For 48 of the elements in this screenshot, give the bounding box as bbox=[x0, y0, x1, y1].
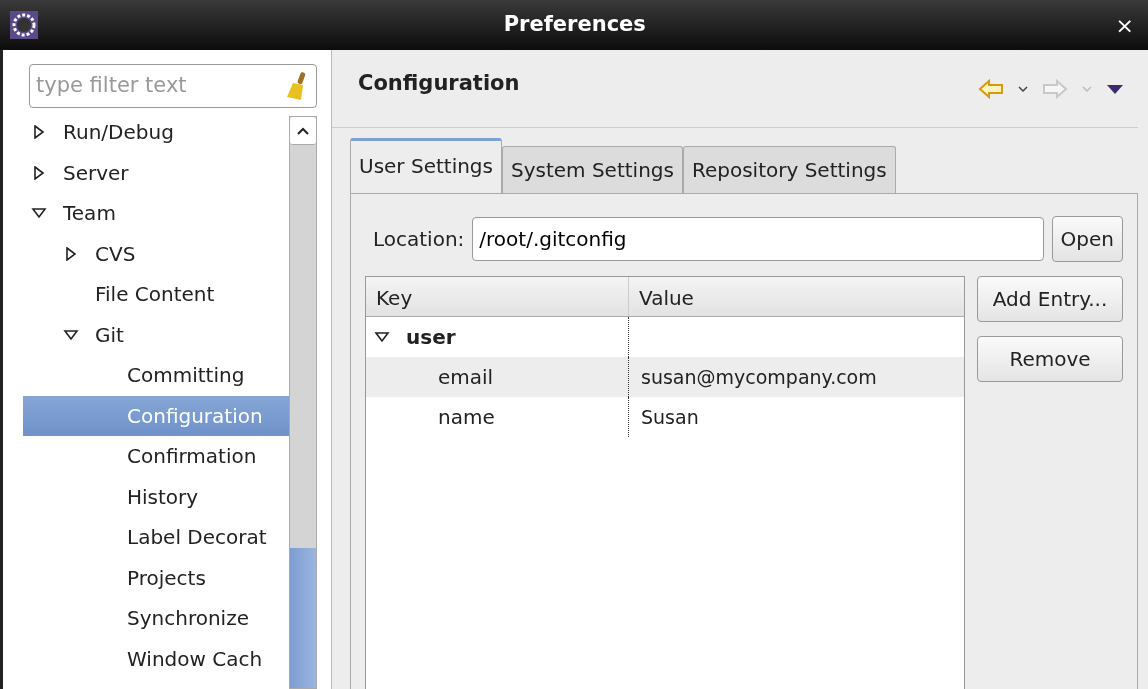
collapse-triangle-icon[interactable] bbox=[31, 206, 47, 221]
column-header[interactable]: Key bbox=[366, 277, 628, 316]
table-cell-text: name bbox=[438, 404, 495, 431]
tree-item[interactable]: Run/Debug bbox=[63, 117, 174, 148]
column-header[interactable]: Value bbox=[628, 277, 964, 316]
window-title: Preferences bbox=[502, 11, 647, 39]
chevron-down-icon[interactable] bbox=[1018, 84, 1028, 93]
tree-item[interactable]: Server bbox=[63, 157, 129, 188]
tree-item[interactable]: CVS bbox=[95, 238, 136, 269]
tree-item[interactable]: History bbox=[127, 481, 199, 512]
location-field[interactable]: /root/.gitconfig bbox=[472, 217, 1044, 261]
chevron-up-icon[interactable] bbox=[297, 126, 309, 135]
forward-arrow-icon bbox=[1042, 78, 1068, 99]
table-cell-text: email bbox=[438, 364, 494, 391]
tree-item[interactable]: Projects bbox=[127, 562, 206, 593]
tree-item[interactable]: Confirmation bbox=[127, 441, 257, 472]
app-gear-icon bbox=[10, 11, 38, 39]
tree-item[interactable]: Git bbox=[95, 319, 124, 350]
selected-row-highlight[interactable]: email susan@mycompany.com bbox=[366, 357, 964, 397]
tree-item[interactable]: Synchronize bbox=[127, 603, 249, 634]
table-cell-text: susan@mycompany.com bbox=[641, 364, 877, 390]
remove-button[interactable]: Remove bbox=[977, 336, 1123, 382]
tab[interactable]: System Settings bbox=[502, 146, 683, 193]
tree-item[interactable]: Team bbox=[63, 198, 116, 229]
open-button[interactable]: Open bbox=[1051, 216, 1123, 262]
page-title: Configuration bbox=[358, 69, 521, 97]
filter-field[interactable]: type filter text bbox=[29, 64, 317, 108]
collapse-triangle-icon[interactable] bbox=[374, 330, 390, 344]
tree-item[interactable]: File Content bbox=[95, 279, 215, 310]
menu-triangle-icon[interactable] bbox=[1106, 82, 1124, 95]
scrollbar[interactable] bbox=[289, 116, 317, 689]
tree-item[interactable]: Committing bbox=[127, 360, 245, 391]
tab[interactable]: User Settings bbox=[350, 138, 502, 193]
table-cell-text: Susan bbox=[641, 404, 699, 430]
group-key[interactable]: user bbox=[406, 322, 456, 352]
tree-item[interactable]: Label Decorat bbox=[127, 522, 267, 553]
expand-triangle-icon[interactable] bbox=[63, 246, 79, 261]
tree-item[interactable]: Window Cach bbox=[127, 643, 263, 674]
collapse-triangle-icon[interactable] bbox=[63, 327, 79, 342]
tab[interactable]: Repository Settings bbox=[682, 146, 896, 193]
scroll-up-button[interactable] bbox=[290, 117, 316, 145]
add-entry-button[interactable]: Add Entry... bbox=[977, 276, 1123, 322]
expand-triangle-icon[interactable] bbox=[31, 125, 47, 140]
location-label: Location: bbox=[373, 226, 465, 253]
expand-triangle-icon[interactable] bbox=[31, 165, 47, 180]
close-button[interactable]: × bbox=[1111, 8, 1138, 42]
chevron-down-icon bbox=[1082, 84, 1092, 93]
scrollbar-thumb[interactable] bbox=[290, 548, 316, 688]
